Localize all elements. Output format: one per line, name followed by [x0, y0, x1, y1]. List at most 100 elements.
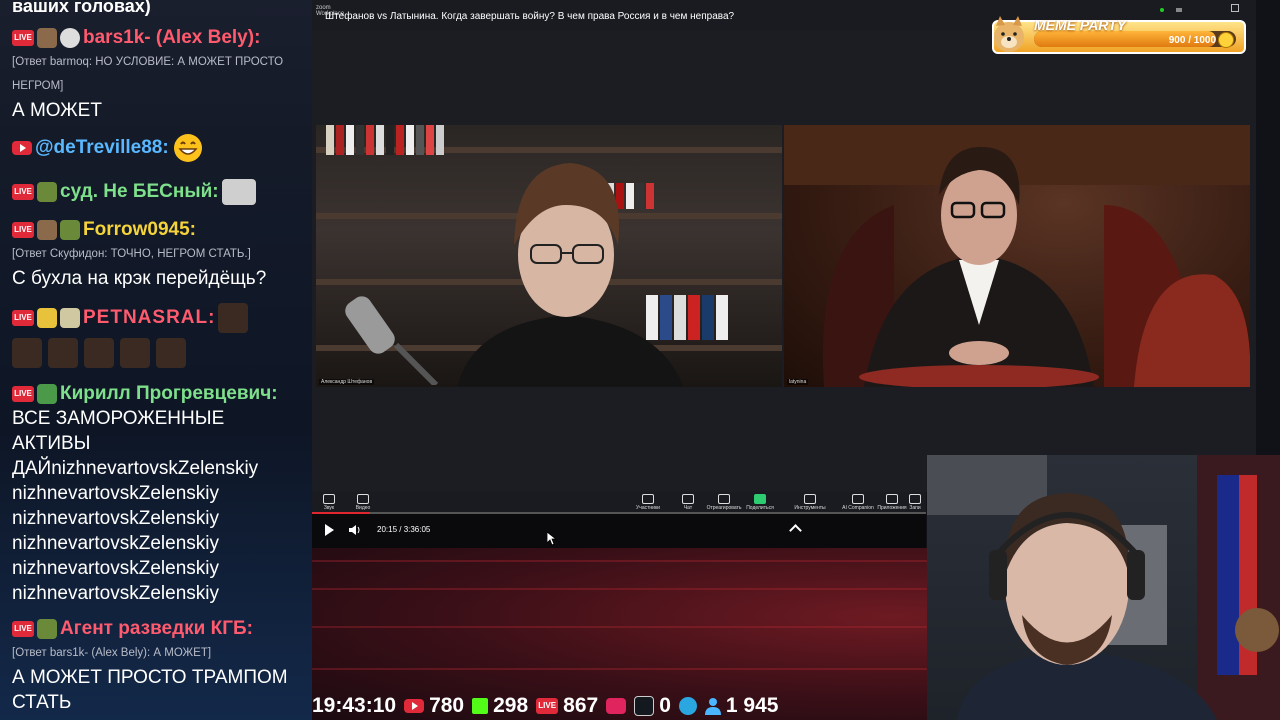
youtube-stat: 780	[404, 694, 464, 718]
live-badge-icon: LIVE	[12, 386, 34, 402]
react-button[interactable]: Отреагировать	[704, 494, 744, 511]
participant-tile-right[interactable]: latynina	[784, 125, 1250, 387]
progress-bar[interactable]	[312, 512, 926, 514]
chat-text: А МОЖЕТ ПРОСТО ТРАМПОМ	[12, 667, 288, 688]
share-button[interactable]: Поделиться	[740, 494, 780, 511]
chat-message: @deTreville88:	[12, 134, 308, 162]
participants-button[interactable]: Участники	[628, 494, 668, 511]
kick-stat: 298	[472, 694, 528, 718]
emote-icon	[37, 384, 57, 404]
apps-icon	[886, 494, 898, 504]
kick-viewers: 298	[493, 694, 529, 717]
toolbar-label: Чат	[683, 505, 693, 511]
chat-text: ДАЙnizhnevartovskZelenskiy	[12, 458, 259, 479]
mic-icon	[323, 494, 335, 504]
chat-text: nizhnevartovskZelenskiy	[12, 533, 219, 554]
volume-icon[interactable]	[348, 523, 362, 537]
shield-icon	[804, 494, 816, 504]
live-badge-icon: LIVE	[12, 310, 34, 326]
chat-author-row: LIVE PETNASRAL:	[12, 303, 308, 333]
toolbar-label: Отреагировать	[706, 505, 742, 511]
chat-author: Forrow0945:	[83, 219, 196, 240]
emote-icon	[37, 182, 57, 202]
face-emote-icon	[84, 338, 114, 368]
chat-text: nizhnevartovskZelenskiy	[12, 558, 219, 579]
live-badge-icon: LIVE	[12, 621, 34, 637]
chat-icon	[682, 494, 694, 504]
chat-message: LIVE суд. Не БЕСный:	[12, 179, 308, 205]
window-controls[interactable]	[1160, 4, 1240, 14]
video-button[interactable]: Видео	[343, 494, 383, 511]
status-dot-icon	[1160, 8, 1164, 12]
kick-icon	[472, 698, 489, 714]
participant-name-right: latynina	[787, 379, 809, 385]
record-icon	[909, 494, 921, 504]
participant-name-left: Александр Штефанов	[319, 379, 375, 385]
youtube-viewers: 780	[429, 694, 465, 717]
meme-party-label: MEME PARTY	[1034, 17, 1127, 33]
chat-author: bars1k- (Alex Bely):	[83, 27, 261, 48]
chat-button[interactable]: Чат	[668, 494, 708, 511]
camera-icon	[357, 494, 369, 504]
toolbar-label: Видео	[355, 505, 371, 511]
chat-author-row: LIVE Forrow0945:	[12, 218, 308, 242]
face-emote-icon	[120, 338, 150, 368]
person-left-figure	[457, 163, 684, 387]
participant-tile-left[interactable]: Александр Штефанов	[316, 125, 782, 387]
chat-author-row: LIVE Агент разведки КГБ:	[12, 617, 308, 641]
vk-play-icon	[606, 698, 627, 714]
chat-author-row: LIVE bars1k- (Alex Bely):	[12, 26, 308, 50]
chat-reply: НЕГРОМ]	[12, 80, 64, 92]
live-viewers: 867	[563, 694, 599, 717]
emote-icon	[60, 308, 80, 328]
chat-author: PETNASRAL:	[83, 307, 216, 328]
play-stat	[606, 698, 627, 714]
toolbar-label: Запи	[909, 505, 921, 511]
chat-reply: [Ответ Скуфидон: ТОЧНО, НЕГРОМ СТАТЬ.]	[12, 248, 251, 260]
person-right-figure	[784, 125, 1250, 387]
cat-emote-icon	[221, 179, 256, 205]
play-button[interactable]	[325, 524, 334, 536]
chat-author: суд. Не БЕСный:	[60, 181, 219, 202]
face-emote-icon	[48, 338, 78, 368]
clock: 19:43:10	[312, 694, 397, 717]
live-badge-icon: LIVE	[12, 222, 34, 238]
live-badge-icon: LIVE	[12, 184, 34, 200]
toolbar-label: Поделиться	[746, 505, 774, 511]
participants-icon	[642, 494, 654, 504]
sparkle-icon	[852, 494, 864, 504]
total-viewers: 1 945	[725, 694, 779, 717]
maximize-icon[interactable]	[1231, 4, 1240, 12]
chat-text: СТАТЬ	[12, 692, 72, 713]
emote-icon	[37, 28, 57, 48]
video-title: Штефанов vs Латынина. Когда завершать во…	[325, 11, 735, 22]
chat-author: Кирилл Прогревцевич:	[60, 383, 278, 404]
view-icon[interactable]	[1175, 8, 1182, 12]
rutube-viewers: 0	[659, 694, 671, 717]
rutube-stat: 0	[634, 694, 671, 718]
chat-text: С бухла на крэк перейдёщь?	[12, 268, 267, 289]
chat-message: LIVE bars1k- (Alex Bely): [Ответ barmoq:…	[12, 26, 308, 123]
emote-icon	[60, 220, 80, 240]
progress-fill	[312, 512, 370, 514]
frog-emote-icon	[37, 619, 57, 639]
live-badge-icon: LIVE	[536, 698, 559, 714]
face-emote-icon	[12, 338, 42, 368]
chat-panel: ваших головах) LIVE bars1k- (Alex Bely):…	[0, 0, 312, 720]
streamer-figure	[927, 455, 1280, 720]
chat-message-fragment: ваших головах)	[12, 0, 151, 16]
skull-emote-icon	[60, 28, 80, 48]
toolbar-label: Звук	[323, 505, 335, 511]
meme-party-widget: MEME PARTY 900 / 1000	[992, 16, 1246, 54]
emote-icon	[37, 220, 57, 240]
youtube-icon	[12, 141, 32, 155]
streamer-webcam	[927, 455, 1280, 720]
chat-message: LIVE PETNASRAL:	[12, 303, 308, 368]
chat-text: А МОЖЕТ	[12, 100, 102, 121]
chat-author-row: LIVE суд. Не БЕСный:	[12, 179, 308, 205]
time-readout: 20:15 / 3:36:05	[377, 525, 431, 534]
books	[326, 125, 444, 155]
face-emote-icon	[218, 303, 249, 333]
record-button[interactable]: Запи	[904, 494, 926, 511]
chat-message: LIVE Кирилл Прогревцевич: ВСЕ ЗАМОРОЖЕНН…	[12, 382, 308, 606]
